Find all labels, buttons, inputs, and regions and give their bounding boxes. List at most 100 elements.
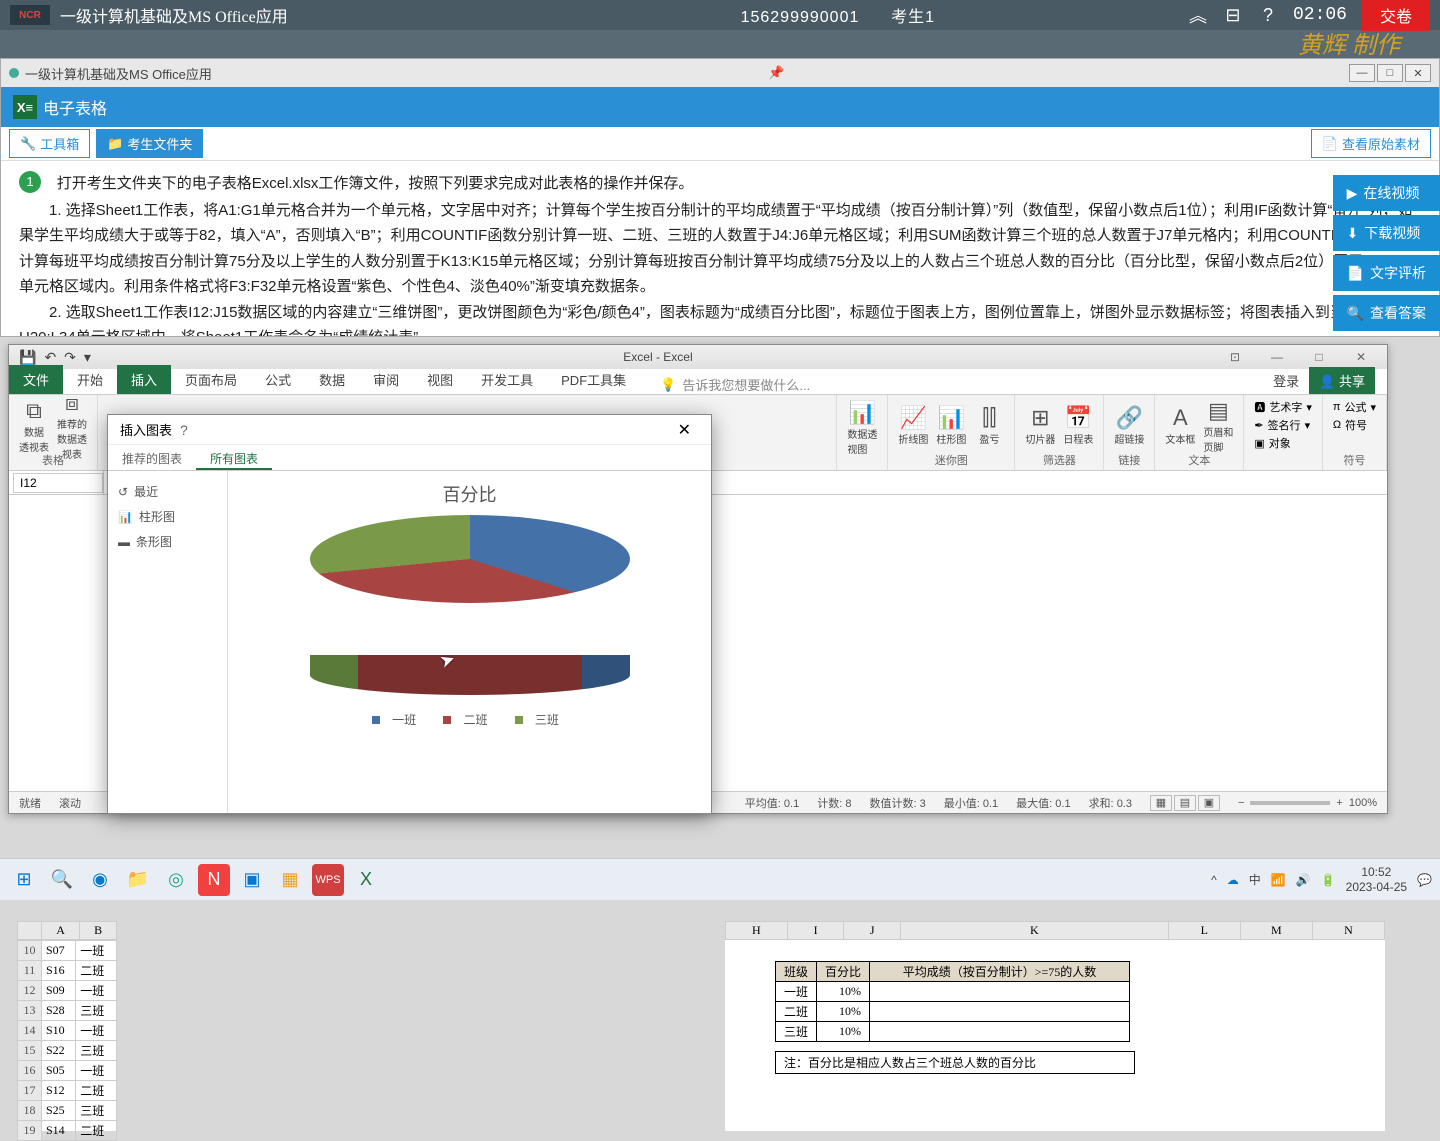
sparkline-icon: 📈	[900, 405, 927, 431]
tray-ime-icon[interactable]: 中	[1249, 871, 1261, 888]
slicer-button[interactable]: ⊞切片器	[1025, 406, 1055, 446]
tray-up-icon[interactable]: ^	[1211, 873, 1217, 887]
share-button[interactable]: 👤 共享	[1309, 367, 1375, 394]
dialog-tab-recommended[interactable]: 推荐的图表	[108, 445, 196, 470]
tray-notifications-icon[interactable]: 💬	[1417, 873, 1432, 887]
tell-me[interactable]: 💡告诉我您想要做什么...	[640, 375, 1273, 394]
tab-formula[interactable]: 公式	[251, 365, 305, 394]
save-icon[interactable]: 💾	[19, 349, 36, 366]
taskbar-search[interactable]: 🔍	[46, 864, 78, 896]
taskbar-wps[interactable]: WPS	[312, 864, 344, 896]
taskbar-app-3[interactable]: ▣	[236, 864, 268, 896]
toolbox-button[interactable]: 🔧 工具箱	[9, 129, 90, 158]
maximize-button[interactable]: □	[1377, 64, 1403, 82]
tab-data[interactable]: 数据	[305, 365, 359, 394]
excel-minimize-button[interactable]: —	[1257, 347, 1297, 367]
hyperlink-button[interactable]: 🔗超链接	[1114, 406, 1144, 446]
taskbar-app-2[interactable]: N	[198, 864, 230, 896]
taskbar-clock[interactable]: 10:52 2023-04-25	[1346, 865, 1407, 894]
sheet-grid-right[interactable]: H I J K L M N 班级百分比平均成绩（按百分制计）>=75的人数 一班…	[725, 921, 1385, 1131]
taskbar-app-4[interactable]: ▦	[274, 864, 306, 896]
tab-dev[interactable]: 开发工具	[467, 365, 547, 394]
collapse-icon[interactable]: ︽	[1188, 5, 1208, 25]
sparkline-winloss-button[interactable]: ⫿⫿盈亏	[974, 406, 1004, 446]
sheet-grid-left[interactable]: AB 10S07一班11S16二班12S09一班13S28三班14S10一班15…	[17, 921, 117, 1131]
chart-type-recent[interactable]: ↺最近	[116, 479, 219, 504]
taskbar-explorer[interactable]: 📁	[122, 864, 154, 896]
wordart-button[interactable]: 🅰 艺术字 ▾	[1254, 399, 1312, 415]
col-a[interactable]: A	[42, 922, 80, 940]
text-review-button[interactable]: 📄文字评析	[1333, 255, 1440, 291]
question-titlebar: 一级计算机基础及MS Office应用 📌 — □ ✕	[1, 59, 1439, 87]
textbox-button[interactable]: A文本框	[1165, 406, 1195, 446]
window-icon[interactable]: ⊟	[1223, 5, 1243, 25]
minimize-button[interactable]: —	[1349, 64, 1375, 82]
dialog-help-button[interactable]: ?	[172, 422, 196, 438]
tab-pdf[interactable]: PDF工具集	[547, 365, 640, 394]
sparkline-column-button[interactable]: 📊柱形图	[936, 406, 966, 446]
col-i[interactable]: I	[787, 922, 844, 940]
help-icon[interactable]: ?	[1258, 5, 1278, 25]
zoom-slider[interactable]	[1250, 801, 1330, 805]
start-button[interactable]: ⊞	[8, 864, 40, 896]
view-break-button[interactable]: ▣	[1198, 795, 1220, 811]
col-m[interactable]: M	[1240, 922, 1312, 940]
col-h[interactable]: H	[726, 922, 788, 940]
undo-icon[interactable]: ↶	[44, 349, 56, 366]
col-l[interactable]: L	[1168, 922, 1240, 940]
col-b[interactable]: B	[80, 922, 117, 940]
col-n[interactable]: N	[1312, 922, 1384, 940]
login-link[interactable]: 登录	[1273, 371, 1299, 390]
student-folder-button[interactable]: 📁 考生文件夹	[96, 129, 203, 158]
taskbar-edge[interactable]: ◉	[84, 864, 116, 896]
col-k[interactable]: K	[901, 922, 1169, 940]
tray-volume-icon[interactable]: 🔊	[1296, 873, 1311, 887]
excel-maximize-button[interactable]: □	[1299, 347, 1339, 367]
col-j[interactable]: J	[844, 922, 901, 940]
taskbar-app-1[interactable]: ◎	[160, 864, 192, 896]
view-raw-button[interactable]: 📄 查看原始素材	[1311, 129, 1431, 158]
redo-icon[interactable]: ↷	[64, 349, 76, 366]
chart-type-bar[interactable]: ▬条形图	[116, 529, 219, 554]
tab-insert[interactable]: 插入	[117, 365, 171, 394]
tray-battery-icon[interactable]: 🔋	[1321, 873, 1336, 887]
view-normal-button[interactable]: ▦	[1150, 795, 1172, 811]
view-answer-button[interactable]: 🔍查看答案	[1333, 295, 1440, 331]
close-button[interactable]: ✕	[1405, 64, 1431, 82]
chart-type-column[interactable]: 📊柱形图	[116, 504, 219, 529]
tab-layout[interactable]: 页面布局	[171, 365, 251, 394]
dialog-tab-all[interactable]: 所有图表	[196, 445, 272, 470]
tab-file[interactable]: 文件	[9, 365, 63, 394]
zoom-in-icon[interactable]: +	[1336, 797, 1342, 809]
excel-close-button[interactable]: ✕	[1341, 347, 1381, 367]
recommended-pivot-button[interactable]: ⧈推荐的 数据透视表	[57, 406, 87, 446]
equation-button[interactable]: π 公式 ▾	[1333, 399, 1376, 415]
dialog-close-button[interactable]: ✕	[670, 420, 699, 440]
view-layout-button[interactable]: ▤	[1174, 795, 1196, 811]
tray-cloud-icon[interactable]: ☁	[1227, 873, 1239, 887]
submit-button[interactable]: 交卷	[1362, 0, 1430, 31]
data-table[interactable]: 班级百分比平均成绩（按百分制计）>=75的人数 一班10% 二班10% 三班10…	[775, 961, 1130, 1042]
symbol-button[interactable]: Ω 符号	[1333, 417, 1367, 433]
signature-button[interactable]: ✒ 签名行 ▾	[1254, 417, 1310, 433]
timeline-button[interactable]: 📅日程表	[1063, 406, 1093, 446]
tab-view[interactable]: 视图	[413, 365, 467, 394]
pin-icon[interactable]: 📌	[768, 65, 784, 81]
qat-more-icon[interactable]: ▾	[84, 349, 91, 366]
pivot-chart-button[interactable]: 📊数据透视图	[847, 408, 877, 448]
name-box[interactable]	[13, 473, 103, 493]
chart-type-list[interactable]: ↺最近 📊柱形图 ▬条形图	[108, 471, 228, 813]
zoom-out-icon[interactable]: −	[1238, 797, 1244, 809]
sparkline-line-button[interactable]: 📈折线图	[898, 406, 928, 446]
header-footer-button[interactable]: ▤页眉和页脚	[1203, 406, 1233, 446]
tab-review[interactable]: 审阅	[359, 365, 413, 394]
online-video-button[interactable]: ▶在线视频	[1333, 175, 1440, 211]
zoom-control[interactable]: − + 100%	[1238, 797, 1377, 809]
tray-wifi-icon[interactable]: 📶	[1271, 873, 1286, 887]
object-button[interactable]: ▣ 对象	[1254, 435, 1290, 451]
group-symbols-label: 符号	[1343, 452, 1365, 468]
pivot-table-button[interactable]: ⧉数据 透视表	[19, 406, 49, 446]
ribbon-options-icon[interactable]: ⊡	[1215, 347, 1255, 367]
download-video-button[interactable]: ⬇下载视频	[1333, 215, 1440, 251]
taskbar-excel[interactable]: X	[350, 864, 382, 896]
